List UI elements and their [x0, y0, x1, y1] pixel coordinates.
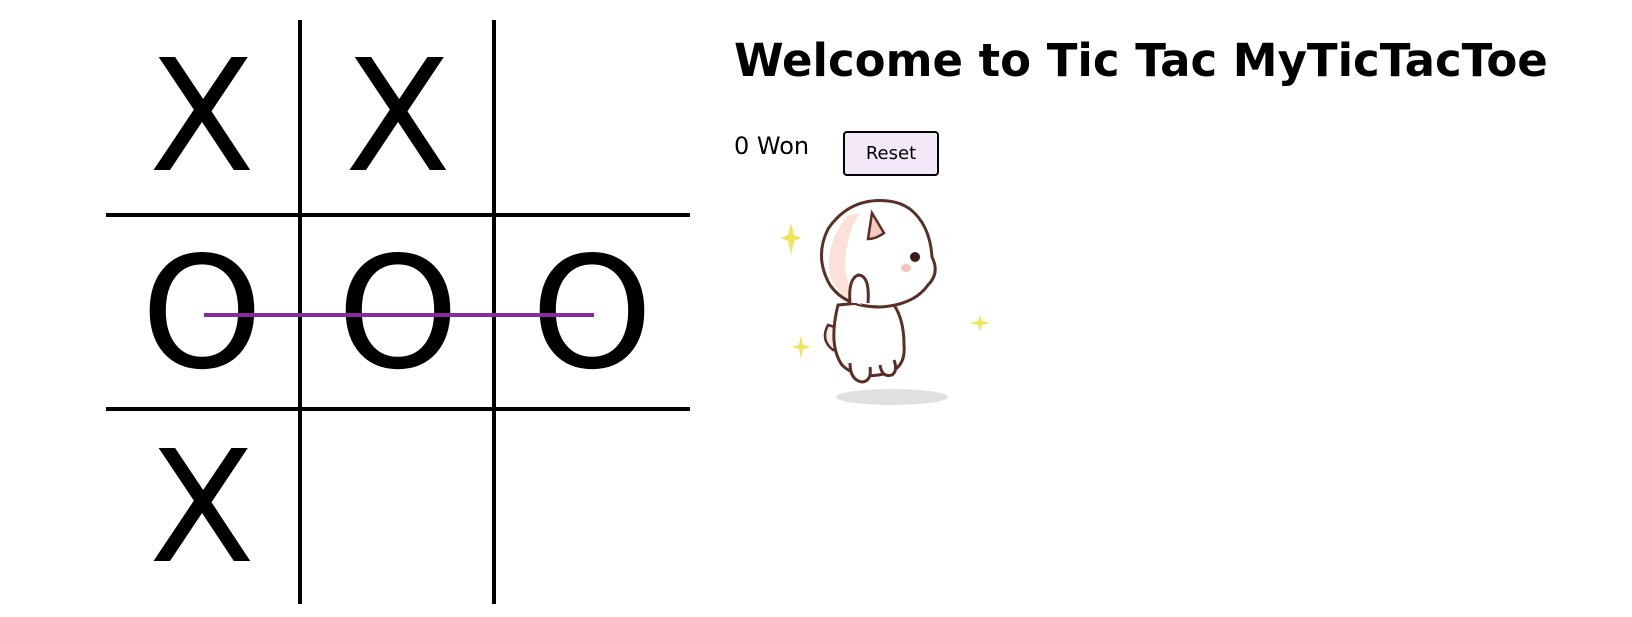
winning-line	[204, 313, 594, 317]
cat-celebration-icon	[781, 199, 990, 405]
score-label: 0 Won	[734, 132, 810, 160]
cell-r3-c3[interactable]	[496, 411, 688, 603]
cell-r1-c3[interactable]	[496, 20, 688, 212]
reset-button[interactable]: Reset	[843, 131, 939, 176]
cell-r3-c1[interactable]: X	[106, 411, 298, 603]
cell-r1-c2[interactable]: X	[302, 20, 494, 212]
tic-tac-toe-board: X X O O O X	[106, 20, 690, 604]
page-title: Welcome to Tic Tac MyTicTacToe	[734, 34, 1548, 87]
cell-r3-c2[interactable]	[302, 411, 494, 603]
cell-r1-c1[interactable]: X	[106, 20, 298, 212]
